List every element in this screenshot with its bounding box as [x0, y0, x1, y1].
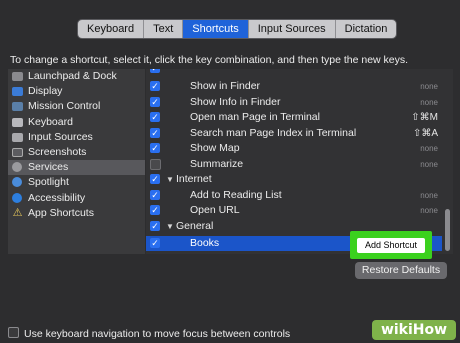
- accessibility-icon: [12, 192, 22, 203]
- group-label: Internet: [176, 173, 212, 185]
- category-label: Keyboard: [28, 115, 73, 128]
- shortcut-label: Books: [190, 237, 220, 249]
- category-label: Services: [28, 161, 69, 174]
- category-label: Launchpad & Dock: [28, 70, 117, 82]
- shortcut-key[interactable]: none: [420, 188, 438, 203]
- scrollbar[interactable]: [445, 209, 450, 251]
- disclosure-triangle-icon[interactable]: ▼: [166, 219, 174, 234]
- screenshots-icon: [12, 147, 23, 157]
- shortcut-key[interactable]: none: [420, 203, 438, 218]
- checkbox-checked[interactable]: ✓: [150, 220, 160, 231]
- group-row-internet[interactable]: ✓ ▼ Internet: [146, 172, 442, 187]
- category-list: Launchpad & Dock Display Mission Control…: [8, 69, 145, 254]
- shortcut-row[interactable]: ✓ Show in Finder none: [146, 79, 442, 94]
- checkbox-checked[interactable]: ✓: [150, 69, 160, 73]
- shortcut-label: Show in Finder: [190, 80, 261, 92]
- checkbox-checked[interactable]: ✓: [150, 238, 160, 248]
- category-launchpad-dock[interactable]: Launchpad & Dock: [8, 69, 145, 84]
- wikihow-watermark: wikiHow: [372, 320, 456, 340]
- shortcut-key[interactable]: none: [420, 157, 438, 172]
- category-services[interactable]: Services: [8, 160, 145, 176]
- shortcut-key[interactable]: ⇧⌘A: [413, 126, 438, 141]
- checkbox-checked[interactable]: ✓: [150, 112, 160, 122]
- shortcut-label: Search man Page Index in Terminal: [190, 126, 357, 139]
- checkbox-checked[interactable]: ✓: [150, 189, 160, 200]
- shortcut-label: Open man Page in Terminal: [190, 111, 320, 123]
- shortcut-row[interactable]: ✓ Show Map none: [146, 141, 442, 156]
- shortcut-key[interactable]: ⇧⌘M: [411, 110, 438, 125]
- checkbox-unchecked[interactable]: [150, 158, 161, 170]
- category-screenshots[interactable]: Screenshots: [8, 145, 145, 160]
- keyboard-icon: [12, 117, 23, 127]
- shortcut-label: Show Map: [190, 142, 240, 154]
- checkbox-checked[interactable]: ✓: [150, 127, 160, 138]
- add-shortcut-button[interactable]: Add Shortcut: [357, 238, 425, 253]
- tab-input-sources[interactable]: Input Sources: [249, 20, 336, 38]
- shortcut-label: Summarize: [190, 157, 244, 170]
- checkbox-checked[interactable]: ✓: [150, 96, 160, 107]
- shortcut-key[interactable]: none: [420, 95, 438, 110]
- shortcut-row[interactable]: ✓: [146, 69, 442, 76]
- spotlight-icon: [12, 177, 22, 188]
- disclosure-triangle-icon[interactable]: ▼: [166, 172, 174, 187]
- checkbox-unchecked[interactable]: [8, 327, 19, 338]
- display-icon: [12, 87, 23, 97]
- shortcut-row[interactable]: ✓ Open man Page in Terminal ⇧⌘M: [146, 110, 442, 125]
- footer-label: Use keyboard navigation to move focus be…: [24, 328, 291, 340]
- category-label: Spotlight: [28, 176, 69, 189]
- shortcut-label: Add to Reading List: [190, 188, 282, 201]
- checkbox-checked[interactable]: ✓: [150, 81, 160, 91]
- input-sources-icon: [12, 132, 23, 142]
- shortcut-key[interactable]: none: [420, 141, 438, 156]
- mission-control-icon: [12, 102, 23, 112]
- category-label: App Shortcuts: [28, 206, 94, 219]
- category-label: Mission Control: [28, 100, 101, 113]
- keyboard-navigation-option[interactable]: Use keyboard navigation to move focus be…: [8, 327, 290, 340]
- tab-shortcuts[interactable]: Shortcuts: [183, 20, 249, 38]
- category-label: Accessibility: [28, 191, 86, 204]
- shortcut-label: Show Info in Finder: [190, 95, 281, 108]
- launchpad-icon: [12, 72, 23, 81]
- shortcut-key[interactable]: none: [420, 79, 438, 94]
- checkbox-checked[interactable]: ✓: [150, 143, 160, 153]
- shortcut-row[interactable]: ✓ Open URL none: [146, 203, 442, 218]
- group-label: General: [176, 219, 214, 232]
- shortcut-list: ✓ ✓ Show in Finder none ✓ Show Info in F…: [146, 69, 453, 254]
- shortcut-label: Open URL: [190, 204, 240, 216]
- restore-defaults-button[interactable]: Restore Defaults: [355, 262, 447, 279]
- app-shortcuts-icon: ⚠: [12, 206, 23, 219]
- instructions-text: To change a shortcut, select it, click t…: [10, 54, 409, 66]
- category-accessibility[interactable]: Accessibility: [8, 191, 145, 206]
- checkbox-checked[interactable]: ✓: [150, 205, 160, 215]
- category-app-shortcuts[interactable]: ⚠ App Shortcuts: [8, 206, 145, 221]
- category-input-sources[interactable]: Input Sources: [8, 130, 145, 145]
- tab-text[interactable]: Text: [144, 20, 184, 38]
- category-spotlight[interactable]: Spotlight: [8, 175, 145, 190]
- category-display[interactable]: Display: [8, 84, 145, 99]
- category-label: Display: [28, 85, 63, 98]
- category-label: Screenshots: [28, 145, 87, 158]
- category-label: Input Sources: [28, 130, 93, 143]
- shortcut-row[interactable]: Summarize none: [146, 157, 442, 172]
- category-keyboard[interactable]: Keyboard: [8, 115, 145, 130]
- services-gear-icon: [12, 162, 22, 173]
- shortcut-row[interactable]: ✓ Search man Page Index in Terminal ⇧⌘A: [146, 126, 442, 141]
- tab-keyboard[interactable]: Keyboard: [78, 20, 145, 38]
- checkbox-checked[interactable]: ✓: [150, 174, 160, 184]
- tab-dictation[interactable]: Dictation: [336, 20, 397, 38]
- shortcut-row[interactable]: ✓ Show Info in Finder none: [146, 95, 442, 110]
- shortcut-row[interactable]: ✓ Add to Reading List none: [146, 188, 442, 203]
- tab-bar: Keyboard Text Shortcuts Input Sources Di…: [77, 19, 398, 39]
- category-mission-control[interactable]: Mission Control: [8, 99, 145, 114]
